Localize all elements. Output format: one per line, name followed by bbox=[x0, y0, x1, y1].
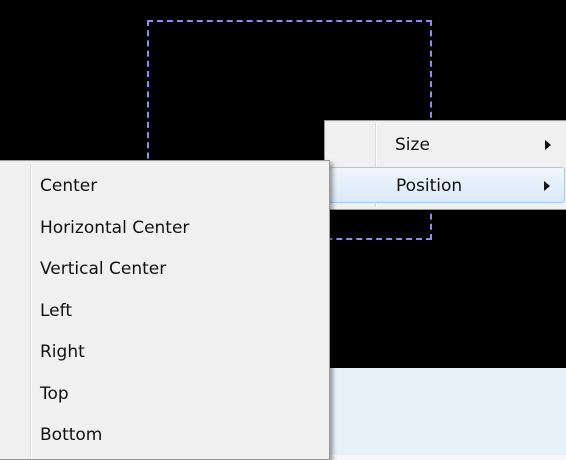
submenu-item-bottom[interactable]: Bottom bbox=[40, 425, 102, 457]
submenu-item-top[interactable]: Top bbox=[40, 384, 69, 416]
chevron-right-icon bbox=[544, 181, 550, 191]
menu-item-position[interactable]: Position bbox=[329, 167, 565, 203]
submenu-item-vertical-center[interactable]: Vertical Center bbox=[40, 259, 166, 291]
menu-item-position-label: Position bbox=[396, 176, 463, 196]
context-menu: Size Position bbox=[324, 120, 566, 210]
submenu-gutter-divider bbox=[30, 163, 32, 459]
submenu-item-center[interactable]: Center bbox=[40, 176, 97, 208]
position-submenu: Center Horizontal Center Vertical Center… bbox=[0, 160, 330, 460]
submenu-item-left[interactable]: Left bbox=[40, 301, 72, 333]
submenu-item-horizontal-center[interactable]: Horizontal Center bbox=[40, 218, 189, 250]
chevron-right-icon bbox=[545, 140, 551, 150]
bottom-panel-tint bbox=[330, 368, 566, 455]
menu-item-size[interactable]: Size bbox=[329, 127, 565, 163]
menu-item-size-label: Size bbox=[395, 135, 430, 155]
submenu-item-right[interactable]: Right bbox=[40, 342, 85, 374]
